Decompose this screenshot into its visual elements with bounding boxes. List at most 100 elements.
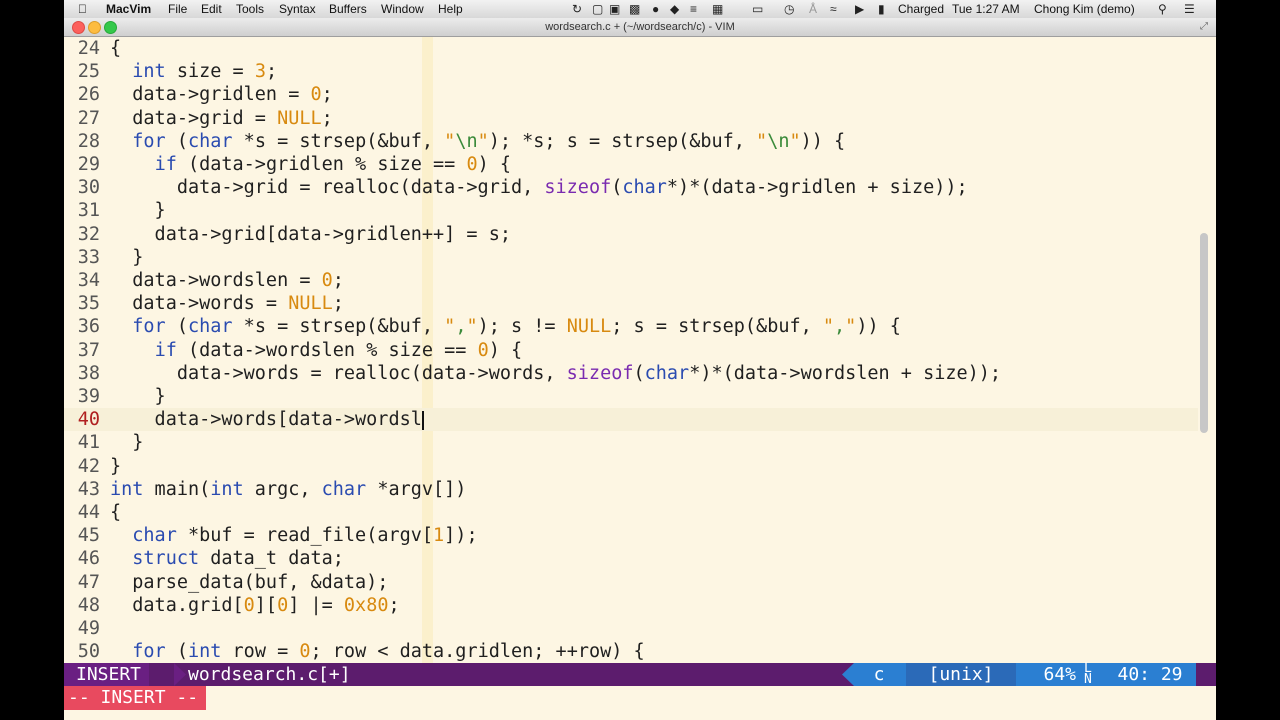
display-icon[interactable]: ▩ <box>629 2 640 16</box>
code-text[interactable]: if (data->wordslen % size == 0) { <box>110 339 523 362</box>
code-text[interactable]: { <box>110 501 121 524</box>
menu-window[interactable]: Window <box>381 2 424 16</box>
code-line[interactable]: 29 if (data->gridlen % size == 0) { <box>64 153 1198 176</box>
code-text[interactable]: for (int row = 0; row < data.gridlen; ++… <box>110 640 644 663</box>
code-text[interactable]: data->grid[data->gridlen++] = s; <box>110 223 511 246</box>
fullscreen-icon[interactable]: ⤢ <box>1200 18 1208 36</box>
code-line[interactable]: 36 for (char *s = strsep(&buf, ","); s !… <box>64 315 1198 338</box>
code-text[interactable]: if (data->gridlen % size == 0) { <box>110 153 511 176</box>
battery-status[interactable]: Charged <box>898 2 944 16</box>
bluetooth-icon[interactable]: Å <box>809 2 817 16</box>
clipboard-icon[interactable]: ▢ <box>592 2 603 16</box>
minimize-icon[interactable] <box>88 21 101 34</box>
spotlight-icon[interactable]: ⚲ <box>1158 2 1167 16</box>
apple-icon[interactable]:  <box>78 2 87 16</box>
statusline-fileformat: [unix] <box>906 663 1016 686</box>
code-text[interactable]: } <box>110 431 143 454</box>
line-number: 34 <box>77 270 100 291</box>
code-editor[interactable]: 24{25 int size = 3; 26 data->gridlen = 0;… <box>64 37 1198 663</box>
code-line[interactable]: 25 int size = 3; <box>64 60 1198 83</box>
code-text[interactable]: for (char *s = strsep(&buf, ","); s != N… <box>110 315 901 338</box>
code-line[interactable]: 28 for (char *s = strsep(&buf, "\n"); *s… <box>64 130 1198 153</box>
activity-icon[interactable]: ≡ <box>690 2 697 16</box>
zoom-icon[interactable] <box>104 21 117 34</box>
code-text[interactable]: data->words[data->wordsl <box>110 408 424 431</box>
code-text[interactable]: int main(int argc, char *argv[]) <box>110 478 466 501</box>
code-text[interactable]: int size = 3; <box>110 60 277 83</box>
code-text[interactable]: data->words = realloc(data->words, sizeo… <box>110 362 1001 385</box>
code-line[interactable]: 43 int main(int argc, char *argv[]) <box>64 478 1198 501</box>
menu-meter-icon[interactable]: ▭ <box>752 2 763 16</box>
code-text[interactable]: data->wordslen = 0; <box>110 269 344 292</box>
code-text[interactable]: } <box>110 199 166 222</box>
code-line[interactable]: 48 data.grid[0][0] |= 0x80; <box>64 594 1198 617</box>
powerline-separator-icon <box>174 663 186 686</box>
time-machine-icon[interactable]: ◷ <box>784 2 794 16</box>
code-text[interactable]: struct data_t data; <box>110 547 344 570</box>
menu-file[interactable]: File <box>168 2 187 16</box>
code-line[interactable]: 38 data->words = realloc(data->words, si… <box>64 362 1198 385</box>
code-text[interactable]: parse_data(buf, &data); <box>110 571 388 594</box>
code-line[interactable]: 47 parse_data(buf, &data); <box>64 571 1198 594</box>
line-number: 40 <box>77 409 100 431</box>
code-line[interactable]: 37 if (data->wordslen % size == 0) { <box>64 339 1198 362</box>
code-line[interactable]: 27 data->grid = NULL; <box>64 107 1198 130</box>
code-line[interactable]: 34 data->wordslen = 0; <box>64 269 1198 292</box>
menubar-user[interactable]: Chong Kim (demo) <box>1034 2 1135 16</box>
menubar-clock[interactable]: Tue 1:27 AM <box>952 2 1020 16</box>
code-line[interactable]: 44 { <box>64 501 1198 524</box>
wifi-icon[interactable]: ≈ <box>830 2 837 16</box>
line-number: 44 <box>77 502 100 523</box>
code-text[interactable]: data->grid = realloc(data->grid, sizeof(… <box>110 176 968 199</box>
code-line[interactable]: 33 } <box>64 246 1198 269</box>
code-text[interactable]: data->grid = NULL; <box>110 107 333 130</box>
code-text[interactable]: for (char *s = strsep(&buf, "\n"); *s; s… <box>110 130 845 153</box>
scrollbar-thumb[interactable] <box>1200 233 1208 433</box>
code-line[interactable]: 39 } <box>64 385 1198 408</box>
task-icon[interactable]: ▦ <box>712 2 723 16</box>
code-line[interactable]: 35 data->words = NULL; <box>64 292 1198 315</box>
code-text[interactable]: data->gridlen = 0; <box>110 83 333 106</box>
sync-icon[interactable]: ↻ <box>572 2 582 16</box>
code-line[interactable]: 31 } <box>64 199 1198 222</box>
code-line[interactable]: 32 data->grid[data->gridlen++] = s; <box>64 223 1198 246</box>
code-line[interactable]: 24 { <box>64 37 1198 60</box>
line-number-icon: LN <box>1084 662 1094 686</box>
battery-icon[interactable]: ▮ <box>878 2 885 16</box>
line-number: 47 <box>77 571 100 593</box>
line-number: 36 <box>77 316 100 338</box>
code-text[interactable]: char *buf = read_file(argv[1]); <box>110 524 477 547</box>
menu-app-name[interactable]: MacVim <box>106 2 151 16</box>
volume-icon[interactable]: ▶ <box>855 2 864 16</box>
camera-icon[interactable]: ▣ <box>609 2 620 16</box>
code-line[interactable]: 42} <box>64 455 1198 478</box>
close-icon[interactable] <box>72 21 85 34</box>
menu-help[interactable]: Help <box>438 2 463 16</box>
code-line[interactable]: 30 data->grid = realloc(data->grid, size… <box>64 176 1198 199</box>
menu-tools[interactable]: Tools <box>236 2 264 16</box>
code-text[interactable]: data->words = NULL; <box>110 292 344 315</box>
text-cursor <box>421 410 424 430</box>
code-text[interactable]: } <box>110 455 121 478</box>
code-line[interactable]: 50 for (int row = 0; row < data.gridlen;… <box>64 640 1198 663</box>
notification-center-icon[interactable]: ☰ <box>1184 2 1195 16</box>
line-number: 49 <box>77 618 100 639</box>
scrollbar[interactable] <box>1200 39 1209 663</box>
vim-cmdline[interactable]: -- INSERT -- <box>64 686 1216 710</box>
code-line[interactable]: 45 char *buf = read_file(argv[1]); <box>64 524 1198 547</box>
code-text[interactable]: { <box>110 37 121 60</box>
code-text[interactable]: } <box>110 385 166 408</box>
screen:  MacVim File Edit Tools Syntax Buffers … <box>64 0 1216 720</box>
code-text[interactable]: } <box>110 246 143 269</box>
menu-syntax[interactable]: Syntax <box>279 2 316 16</box>
code-text[interactable]: data.grid[0][0] |= 0x80; <box>110 594 399 617</box>
menu-edit[interactable]: Edit <box>201 2 222 16</box>
code-line[interactable]: 46 struct data_t data; <box>64 547 1198 570</box>
code-line[interactable]: 49 <box>64 617 1198 640</box>
code-line[interactable]: 26 data->gridlen = 0; <box>64 83 1198 106</box>
dropbox-icon[interactable]: ◆ <box>670 2 679 16</box>
menu-buffers[interactable]: Buffers <box>329 2 367 16</box>
code-line[interactable]: 40 data->words[data->wordsl <box>64 408 1198 432</box>
code-line[interactable]: 41 } <box>64 431 1198 454</box>
gauge-icon[interactable]: ● <box>652 2 659 16</box>
